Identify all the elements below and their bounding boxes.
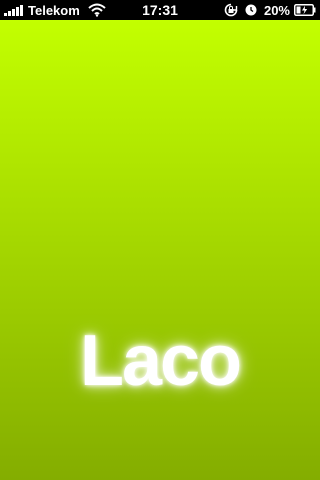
status-right: 20% (224, 0, 316, 20)
battery-percent: 20% (263, 2, 290, 18)
app-screen: Telekom 17:31 20% Laco (0, 0, 320, 480)
alarm-icon (245, 4, 257, 16)
splash-background: Laco (0, 20, 320, 480)
battery-charging-icon (294, 4, 316, 16)
status-bar: Telekom 17:31 20% (0, 0, 320, 20)
rotation-lock-icon (224, 3, 238, 17)
app-title: Laco (79, 321, 242, 401)
